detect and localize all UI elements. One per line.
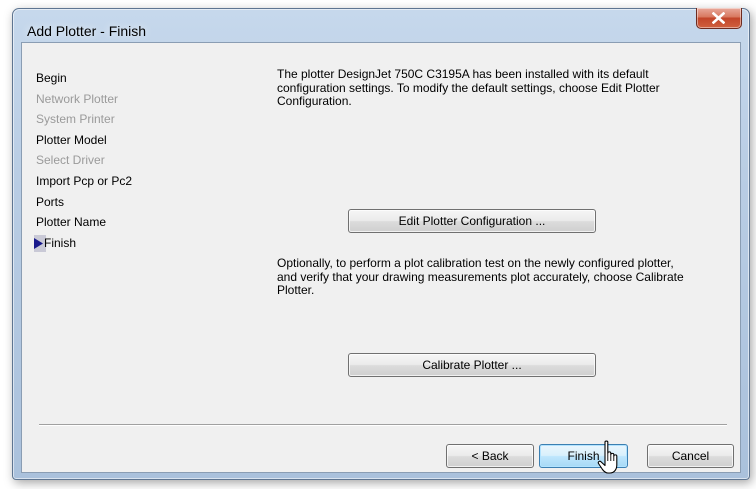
edit-button-label: Edit Plotter Configuration ... [398, 214, 546, 228]
wizard-steps: Begin Network Plotter System Printer Plo… [34, 68, 206, 254]
step-select-driver: Select Driver [36, 150, 206, 171]
edit-plotter-configuration-button[interactable]: Edit Plotter Configuration ... [348, 209, 596, 233]
footer-divider [39, 424, 727, 426]
step-label: Plotter Name [36, 215, 107, 230]
step-import-pcp: Import Pcp or Pc2 [36, 171, 206, 192]
finish-button-label: Finish [567, 449, 600, 463]
step-label: System Printer [36, 112, 115, 127]
close-button[interactable] [696, 8, 742, 29]
intro-text: The plotter DesignJet 750C C3195A has be… [277, 67, 660, 108]
step-label: Network Plotter [36, 91, 119, 106]
step-label: Select Driver [36, 153, 105, 168]
step-finish: Finish [34, 233, 206, 254]
mouse-cursor-icon [597, 440, 618, 474]
back-button-label: < Back [471, 449, 509, 463]
step-ports: Ports [36, 192, 206, 213]
dialog-window: Add Plotter - Finish Begin Network Plott… [12, 8, 750, 480]
dialog-body: Begin Network Plotter System Printer Plo… [21, 42, 741, 473]
close-icon [712, 12, 725, 24]
calibrate-button-label: Calibrate Plotter ... [422, 358, 522, 372]
step-label: Plotter Model [36, 132, 107, 147]
step-label: Import Pcp or Pc2 [36, 173, 133, 188]
title-bar[interactable]: Add Plotter - Finish [13, 8, 749, 41]
step-label: Finish [44, 235, 77, 250]
calibrate-plotter-button[interactable]: Calibrate Plotter ... [348, 353, 596, 377]
step-network-plotter: Network Plotter [36, 89, 206, 110]
cancel-button-label: Cancel [671, 449, 710, 463]
step-plotter-name: Plotter Name [36, 212, 206, 233]
cancel-button[interactable]: Cancel [647, 444, 734, 468]
step-label: Begin [36, 71, 67, 85]
window-title: Add Plotter - Finish [27, 23, 147, 39]
step-system-printer: System Printer [36, 109, 206, 130]
calibration-text: Optionally, to perform a plot calibratio… [277, 256, 684, 297]
step-label: Ports [36, 194, 65, 209]
step-plotter-model: Plotter Model [36, 130, 206, 151]
back-button[interactable]: < Back [446, 444, 534, 468]
step-begin: Begin [36, 68, 206, 89]
